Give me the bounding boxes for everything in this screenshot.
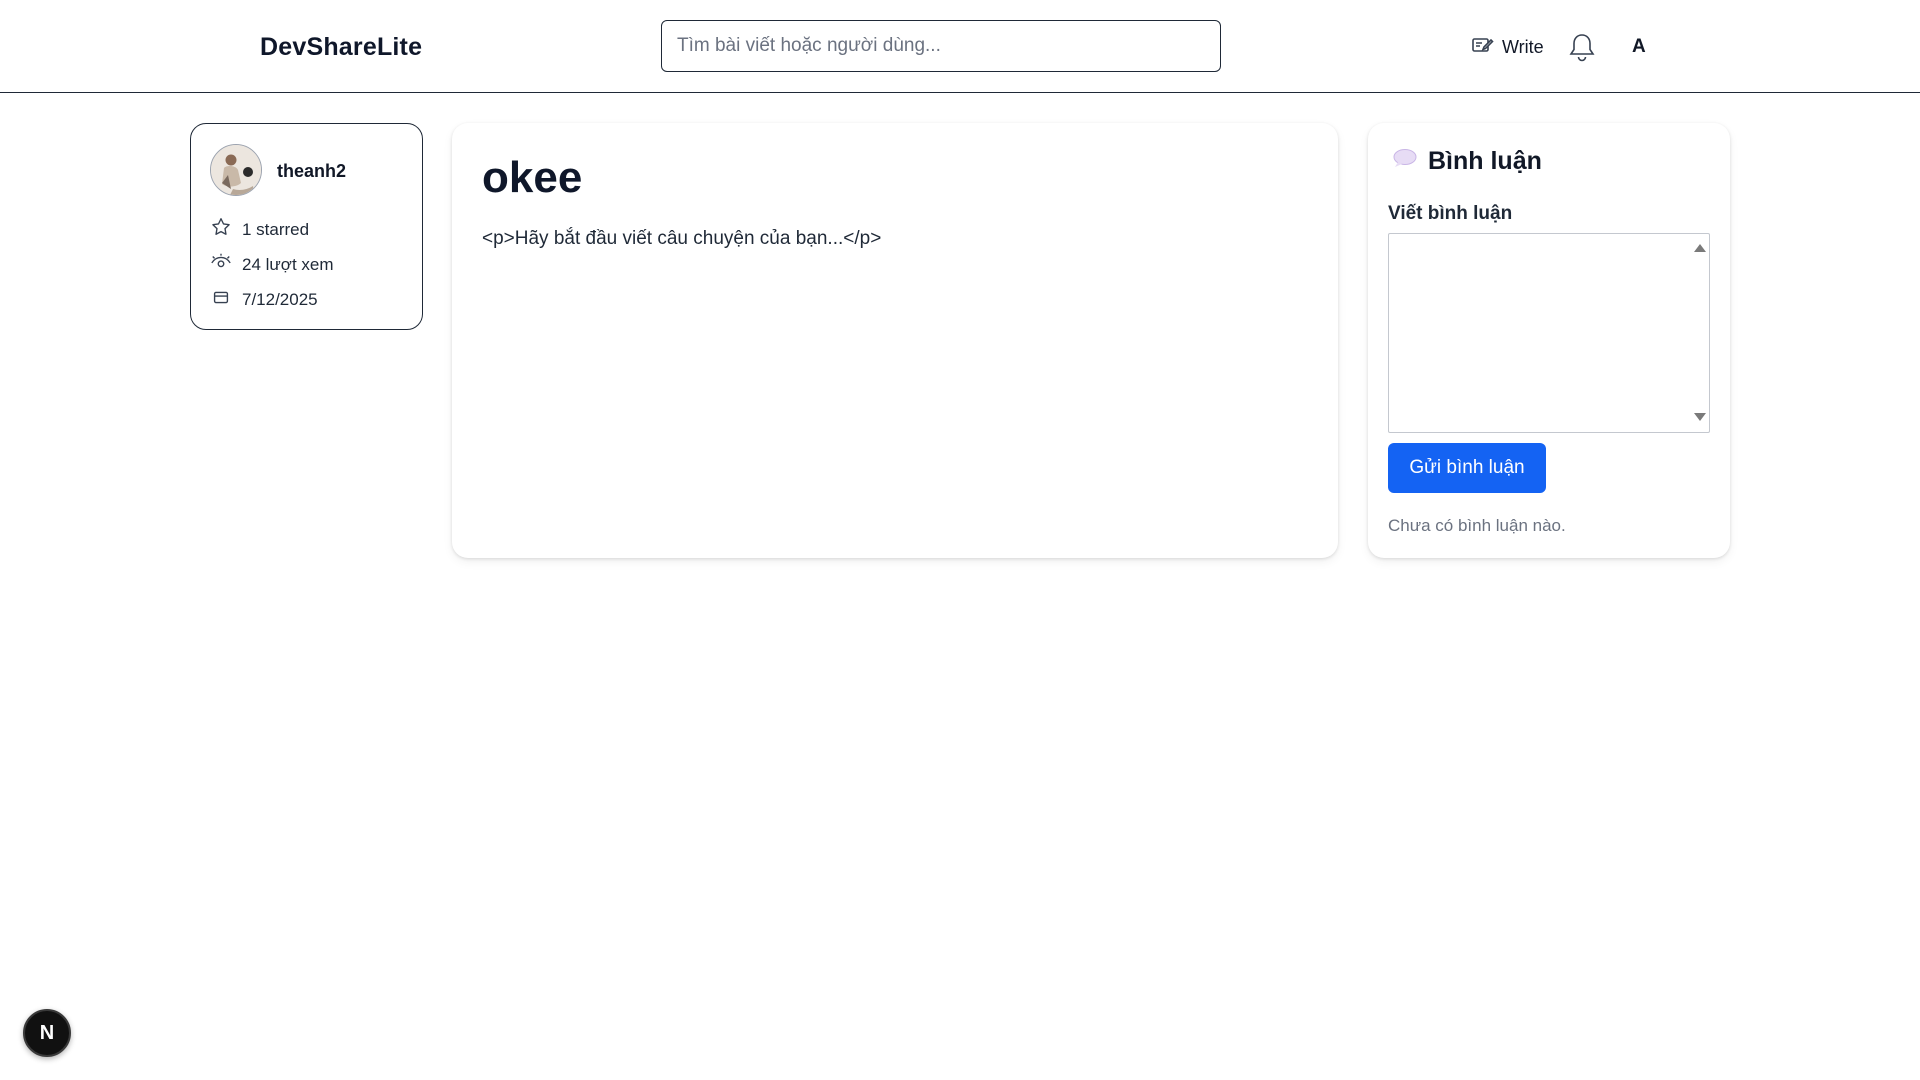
- article-card: okee <p>Hãy bắt đầu viết câu chuyện của …: [452, 123, 1338, 558]
- article-body: <p>Hãy bắt đầu viết câu chuyện của bạn..…: [482, 228, 882, 249]
- starred-label: 1 starred: [242, 219, 310, 239]
- submit-comment-button[interactable]: Gửi bình luận: [1388, 443, 1546, 493]
- author-card: theanh2 1 starred 24 lượt xem 7/12/2025: [190, 123, 423, 330]
- date-label: 7/12/2025: [242, 289, 318, 309]
- top-navbar: DevShareLite Write A: [0, 0, 1920, 93]
- site-logo[interactable]: DevShareLite: [260, 33, 422, 62]
- nextjs-dev-badge[interactable]: N: [23, 1009, 71, 1057]
- view-label: 24 lượt xem: [242, 254, 334, 274]
- star-icon: [210, 216, 232, 243]
- notification-bell-icon[interactable]: [1568, 32, 1596, 62]
- author-avatar[interactable]: [210, 144, 262, 196]
- eye-icon: [210, 251, 232, 278]
- comments-panel: Bình luận Viết bình luận Gửi bình luận C…: [1368, 123, 1730, 558]
- post-date: 7/12/2025: [210, 286, 318, 313]
- comments-heading: Bình luận: [1392, 147, 1542, 176]
- comment-textarea[interactable]: [1388, 233, 1710, 433]
- user-menu-avatar[interactable]: A: [1632, 36, 1646, 58]
- search-input[interactable]: [661, 20, 1221, 72]
- nextjs-logo-icon: N: [39, 1021, 55, 1044]
- speech-bubble-icon: [1392, 147, 1418, 176]
- comment-input-label: Viết bình luận: [1388, 203, 1513, 224]
- article-title: okee: [482, 153, 583, 202]
- starred-count[interactable]: 1 starred: [210, 216, 309, 243]
- comments-title: Bình luận: [1428, 147, 1542, 175]
- write-button[interactable]: Write: [1470, 34, 1544, 60]
- scroll-down-arrow-icon[interactable]: [1694, 413, 1706, 421]
- write-icon: [1470, 33, 1494, 62]
- calendar-icon: [210, 286, 232, 313]
- write-label: Write: [1502, 36, 1544, 57]
- scroll-up-arrow-icon[interactable]: [1694, 244, 1706, 252]
- view-count: 24 lượt xem: [210, 251, 334, 278]
- no-comments-text: Chưa có bình luận nào.: [1388, 516, 1566, 535]
- author-username[interactable]: theanh2: [277, 161, 346, 182]
